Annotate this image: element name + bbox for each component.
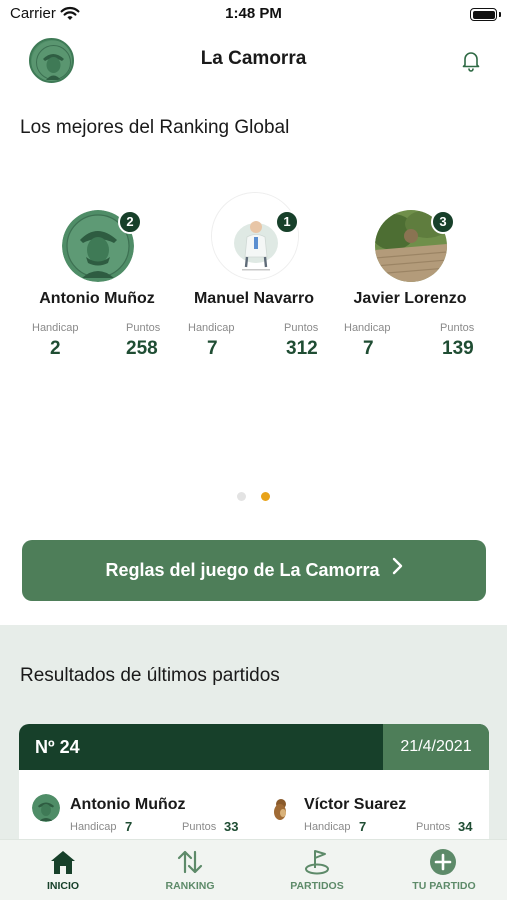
points-label: Puntos (416, 821, 451, 833)
points-value: 33 (224, 819, 239, 834)
tab-inicio[interactable]: INICIO (0, 840, 126, 900)
points-value: 312 (286, 338, 318, 359)
home-icon (49, 848, 77, 881)
points-value: 34 (458, 819, 473, 834)
status-time: 1:48 PM (225, 5, 282, 22)
ranking-card[interactable]: 1 Manuel Navarro Handicap Puntos 7 312 (179, 192, 329, 360)
battery-icon (470, 8, 497, 21)
handicap-label: Handicap (32, 322, 79, 334)
handicap-value: 7 (125, 819, 133, 834)
points-label: Puntos (440, 322, 475, 334)
tab-label: RANKING (165, 880, 215, 892)
ranking-position-badge: 3 (431, 210, 455, 234)
points-value: 139 (442, 338, 474, 359)
points-label: Puntos (126, 322, 161, 334)
ranking-section-title: Los mejores del Ranking Global (20, 117, 290, 138)
match-card[interactable]: Nº 24 21/4/2021 Antonio Muñoz Handicap 7… (19, 724, 489, 854)
status-bar: Carrier 1:48 PM (0, 0, 507, 28)
player-photo (211, 192, 299, 280)
tab-label: INICIO (46, 880, 80, 892)
ranking-position-badge: 2 (118, 210, 142, 234)
match-player-name: Antonio Muñoz (70, 796, 186, 813)
handicap-label: Handicap (188, 322, 235, 334)
results-section-title: Resultados de últimos partidos (20, 665, 280, 686)
tab-bar: INICIO RANKING PARTIDOS TU PARTIDO (0, 839, 507, 900)
handicap-label: Handicap (304, 821, 351, 833)
rules-button[interactable]: Reglas del juego de La Camorra (22, 540, 486, 601)
add-circle-icon (429, 848, 457, 881)
player-name: Javier Lorenzo (353, 290, 467, 307)
points-label: Puntos (284, 322, 319, 334)
ranking-position-badge: 1 (275, 210, 299, 234)
tab-tu-partido[interactable]: TU PARTIDO (381, 840, 507, 900)
ranking-card[interactable]: 3 Javier Lorenzo Handicap Puntos 7 139 (335, 210, 485, 360)
bell-icon[interactable] (461, 50, 481, 77)
sort-arrows-icon (176, 848, 204, 881)
tab-partidos[interactable]: PARTIDOS (254, 840, 380, 900)
avatar (32, 794, 60, 822)
rules-button-label: Reglas del juego de La Camorra (105, 560, 380, 580)
match-header: Nº 24 21/4/2021 (19, 724, 489, 770)
chevron-right-icon (391, 539, 403, 600)
page-title: La Camorra (200, 48, 307, 69)
tab-ranking[interactable]: RANKING (127, 840, 253, 900)
handicap-value: 7 (207, 338, 218, 359)
points-label: Puntos (182, 821, 217, 833)
tab-label: PARTIDOS (290, 880, 344, 892)
avatar (267, 794, 295, 822)
handicap-value: 7 (363, 338, 374, 359)
points-value: 258 (126, 338, 158, 359)
golf-flag-icon (303, 848, 331, 881)
handicap-label: Handicap (70, 821, 117, 833)
handicap-label: Handicap (344, 322, 391, 334)
player-name: Manuel Navarro (193, 290, 315, 307)
pagination-dot-active[interactable] (260, 492, 270, 501)
player-name: Antonio Muñoz (39, 290, 155, 307)
handicap-value: 7 (359, 819, 367, 834)
match-date: 21/4/2021 (383, 724, 489, 770)
tab-label: TU PARTIDO (412, 880, 476, 892)
match-number: Nº 24 (35, 737, 80, 757)
carousel-pagination (0, 488, 507, 506)
ranking-card[interactable]: 2 Antonio Muñoz Handicap Puntos 2 258 (22, 210, 172, 360)
pagination-dot[interactable] (237, 492, 247, 501)
match-player-name: Víctor Suarez (304, 796, 407, 813)
app-header: La Camorra (0, 36, 507, 84)
handicap-value: 2 (50, 338, 61, 359)
